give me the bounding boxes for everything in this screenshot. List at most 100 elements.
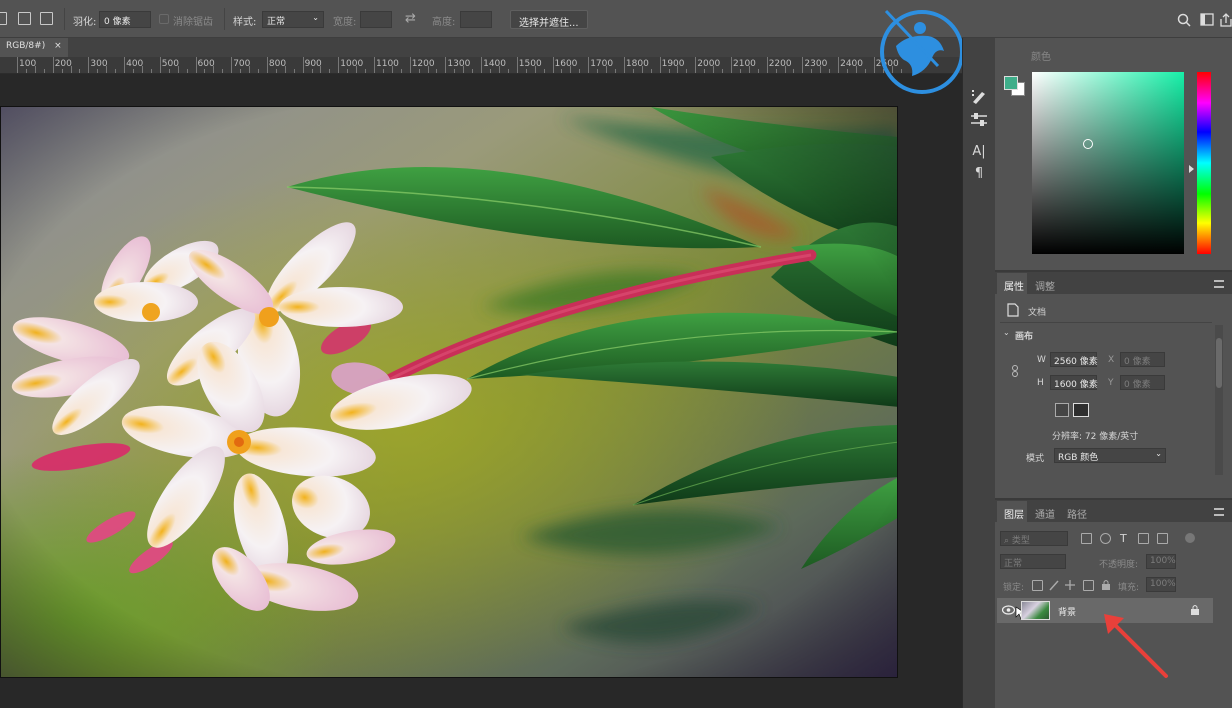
color-picker-cursor[interactable] (1083, 139, 1093, 149)
select-and-mask-button[interactable]: 选择并遮住... (510, 10, 588, 29)
canvas-y-input[interactable]: 0 像素 (1120, 375, 1165, 390)
feather-label: 羽化: (73, 17, 97, 28)
add-selection-icon[interactable] (18, 12, 31, 25)
ruler-tick-label: 2400 (840, 59, 863, 69)
height-input[interactable] (460, 11, 492, 28)
style-select[interactable]: 正常 ⌄ (262, 11, 324, 28)
canvas-section-title: 画布 (1015, 332, 1034, 342)
subtract-selection-icon[interactable] (40, 12, 53, 25)
filter-smart-object-icon[interactable] (1157, 533, 1168, 544)
mode-select[interactable]: RGB 颜色 ⌄ (1054, 448, 1166, 463)
opacity-label: 不透明度: (1099, 560, 1139, 570)
lock-artboard-icon[interactable] (1083, 580, 1094, 591)
panel-tool-strip (962, 38, 995, 708)
plumeria-photo (1, 107, 897, 677)
share-icon[interactable] (1219, 13, 1232, 27)
filter-pixel-icon[interactable] (1081, 533, 1092, 544)
ruler-tick (516, 57, 518, 73)
layer-thumbnail (1021, 601, 1050, 620)
layer-filter-select[interactable]: ⌕ 类型 (1000, 531, 1068, 546)
tab-paths[interactable]: 路径 (1067, 506, 1087, 521)
tab-adjustments[interactable]: 调整 (1035, 278, 1055, 293)
width-input[interactable] (360, 11, 392, 28)
feather-input[interactable]: 0 像素 (99, 11, 151, 28)
document-image[interactable] (0, 106, 898, 678)
filter-toggle-icon[interactable] (1185, 533, 1195, 543)
swap-icon[interactable]: ⇄ (405, 11, 416, 26)
separator (224, 8, 225, 30)
ruler-tick-label: 2200 (768, 59, 792, 69)
ruler-tick (873, 57, 875, 73)
ruler-tick (266, 57, 268, 73)
ruler-tick (52, 57, 54, 73)
fill-input[interactable]: 100% (1146, 577, 1176, 592)
document-tab[interactable]: RGB/8#) × (0, 38, 68, 57)
ruler-tick-label: 1900 (661, 59, 685, 69)
ruler-minor-tick (534, 66, 536, 73)
brush-settings-icon[interactable] (970, 88, 988, 106)
canvas-width-input[interactable]: 2560 像素 (1050, 352, 1098, 367)
lock-icon[interactable] (1190, 604, 1200, 616)
paragraph-icon[interactable]: ¶ (968, 164, 990, 184)
chevron-down-icon[interactable]: ⌄ (1003, 328, 1010, 337)
adjust-icon[interactable] (970, 112, 988, 126)
ruler-tick-label: 2100 (733, 59, 756, 69)
filter-adjustment-icon[interactable] (1100, 533, 1111, 544)
knight-logo-icon (880, 9, 964, 94)
ruler-minor-tick (427, 66, 429, 73)
horizontal-ruler[interactable]: 100 200 300 400 500 600 700 800 900 1000 1100 1200 1… (0, 57, 962, 74)
annotation-arrow-icon (1104, 614, 1168, 678)
link-icon[interactable] (1010, 364, 1020, 378)
tab-channels[interactable]: 通道 (1035, 506, 1055, 521)
hue-slider-handle-icon[interactable] (1189, 165, 1194, 173)
tab-layers[interactable]: 图层 (1004, 506, 1024, 521)
ruler-tick-label: 500 (161, 59, 179, 69)
tab-properties[interactable]: 属性 (1004, 278, 1024, 293)
panel-menu-icon[interactable] (1214, 508, 1224, 516)
ruler-tick (445, 57, 447, 73)
antialias-checkbox[interactable] (159, 14, 169, 24)
blend-mode-select[interactable]: 正常 (1000, 554, 1066, 569)
width-label: W (1037, 355, 1046, 365)
ruler-minor-tick (463, 66, 465, 73)
ruler-minor-tick (106, 66, 108, 73)
ruler-tick (338, 57, 340, 73)
ruler-tick-label: 300 (90, 59, 108, 69)
foreground-color-swatch[interactable] (1004, 76, 1018, 90)
document-icon (1007, 303, 1019, 317)
hue-slider[interactable] (1197, 72, 1211, 254)
layers-tab-bar (995, 500, 1232, 522)
close-icon[interactable]: × (54, 41, 62, 51)
panel-menu-icon[interactable] (1214, 280, 1224, 288)
color-picker-field[interactable] (1032, 72, 1184, 254)
new-selection-icon[interactable] (0, 12, 7, 25)
workspace-icon[interactable] (1200, 13, 1214, 26)
canvas-x-input[interactable]: 0 像素 (1120, 352, 1165, 367)
lock-move-icon[interactable] (1064, 579, 1076, 591)
ruler-minor-tick (498, 66, 500, 73)
type-icon[interactable]: A| (968, 142, 990, 162)
ruler-tick (623, 57, 625, 73)
ruler-minor-tick (391, 66, 393, 73)
filter-type-icon[interactable]: T (1120, 532, 1127, 545)
opacity-input[interactable]: 100% (1146, 554, 1176, 569)
ruler-minor-tick (284, 66, 286, 73)
document-tab-bar (0, 38, 962, 57)
resolution-text: 分辨率: 72 像素/英寸 (1052, 432, 1139, 442)
ruler-tick-label: 1300 (447, 59, 471, 69)
lock-all-icon[interactable] (1101, 579, 1111, 591)
canvas-height-input[interactable]: 1600 像素 (1050, 375, 1098, 390)
x-label: X (1108, 355, 1115, 365)
search-icon[interactable] (1177, 13, 1191, 27)
color-panel-tab[interactable]: 颜色 (1031, 48, 1051, 63)
ruler-tick (481, 57, 483, 73)
portrait-orientation-icon[interactable] (1055, 403, 1069, 417)
eye-icon[interactable] (1002, 605, 1015, 615)
lock-paint-icon[interactable] (1048, 579, 1060, 591)
filter-shape-icon[interactable] (1138, 533, 1149, 544)
lock-transparent-icon[interactable] (1032, 580, 1043, 591)
landscape-orientation-icon[interactable] (1073, 403, 1089, 417)
layer-name[interactable]: 背景 (1058, 605, 1076, 618)
width-label: 宽度: (333, 17, 357, 28)
scrollbar-thumb[interactable] (1216, 338, 1222, 388)
